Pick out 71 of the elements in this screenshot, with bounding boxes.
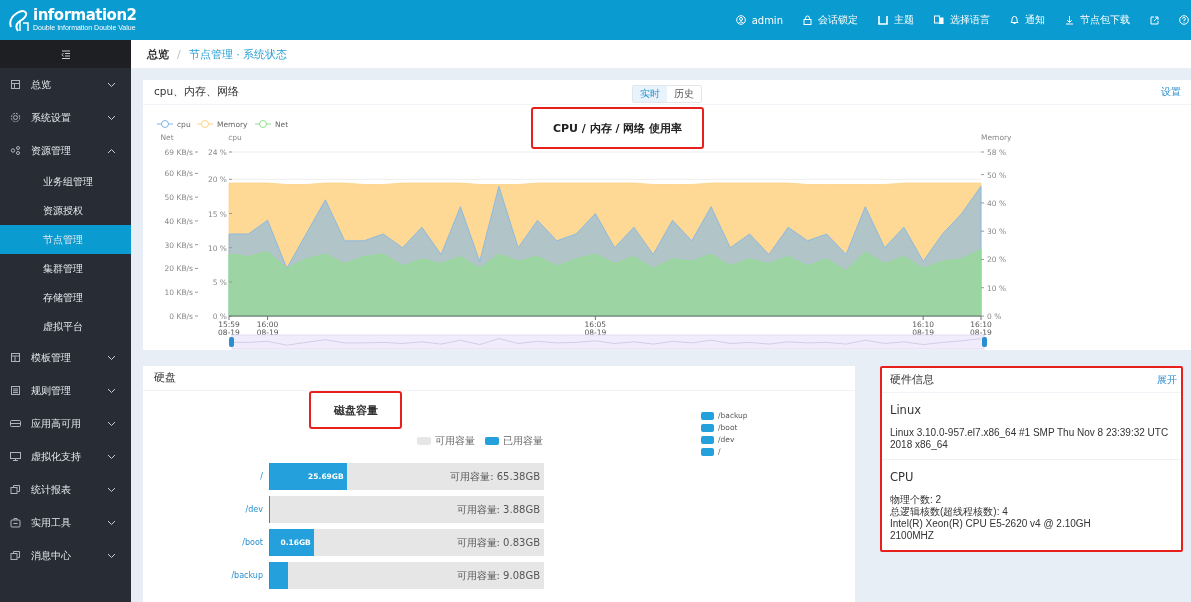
monitor-icon xyxy=(10,451,21,462)
disk-label: / xyxy=(260,472,263,481)
settings-link[interactable]: 设置 xyxy=(1161,85,1181,99)
section-heading: Linux xyxy=(890,403,922,417)
panel-title: 硬盘 xyxy=(143,366,855,391)
free-value: 可用容量: 0.83GB xyxy=(456,535,541,550)
info-text: Linux 3.10.0-957.el7.x86_64 #1 SMP Thu Nov 8 23:39:32 UTC 2018 x86_64 xyxy=(890,427,1170,451)
help-icon[interactable] xyxy=(1179,15,1189,25)
range-slider[interactable] xyxy=(228,334,987,350)
nav-item[interactable]: 系统设置 xyxy=(0,101,131,134)
section-heading: CPU xyxy=(890,470,915,484)
legend-swatch xyxy=(701,423,714,432)
share-icon xyxy=(10,145,21,156)
user-icon xyxy=(735,15,746,25)
legend-label[interactable]: 已用容量 xyxy=(503,434,543,448)
copy-icon xyxy=(10,484,21,495)
nav-subitem[interactable]: 存储管理 xyxy=(0,283,131,312)
free-value: 可用容量: 65.38GB xyxy=(450,469,541,484)
panel-title: cpu、内存、网络 xyxy=(153,85,241,99)
list-icon xyxy=(10,385,21,396)
external-link-icon[interactable] xyxy=(1150,15,1159,25)
nav-item[interactable]: 虚拟化支持 xyxy=(0,440,131,473)
breadcrumb-separator: / xyxy=(177,47,181,61)
info-text: 2100MHZ xyxy=(890,530,935,542)
bell-icon xyxy=(1010,15,1019,25)
disk-label: /boot xyxy=(242,538,263,547)
toolbox-icon xyxy=(10,517,21,528)
nav-subitem[interactable]: 虚拟平台 xyxy=(0,312,131,341)
nav-item[interactable]: 规则管理 xyxy=(0,374,131,407)
annotation-label: CPU / 内存 / 网络 使用率 xyxy=(531,107,704,149)
nav-subitem[interactable]: 资源授权 xyxy=(0,196,131,225)
grid-icon xyxy=(10,79,21,90)
free-value: 可用容量: 3.88GB xyxy=(456,502,541,517)
nav-subitem[interactable]: 集群管理 xyxy=(0,254,131,283)
legend-swatch xyxy=(485,437,499,445)
breadcrumb-current: 节点管理 · 系统状态 xyxy=(188,46,288,62)
tab[interactable]: 历史 xyxy=(667,85,701,102)
info-text: Intel(R) Xeon(R) CPU E5-2620 v4 @ 2.10GH xyxy=(890,518,1092,530)
legend-label[interactable]: 可用容量 xyxy=(435,434,475,448)
nav-item[interactable]: 统计报表 xyxy=(0,473,131,506)
legend-swatch xyxy=(417,437,431,445)
disk-label: /backup xyxy=(231,571,263,580)
theme-icon xyxy=(878,15,888,25)
menu-icon[interactable] xyxy=(60,49,71,59)
download-icon xyxy=(1065,15,1074,25)
nav-item[interactable]: 模板管理 xyxy=(0,341,131,374)
translate-icon xyxy=(934,15,944,25)
disk-label: /dev xyxy=(245,505,263,514)
free-value: 可用容量: 9.08GB xyxy=(456,568,541,583)
nav-item[interactable]: 资源管理 xyxy=(0,134,131,167)
copy-icon xyxy=(10,550,21,561)
logo-icon xyxy=(8,7,30,33)
layout-icon xyxy=(10,352,21,363)
nav-item[interactable]: 实用工具 xyxy=(0,506,131,539)
panel-title: 硬件信息 xyxy=(890,373,934,387)
drive-icon xyxy=(10,418,21,429)
gear-icon xyxy=(10,112,21,123)
legend-swatch xyxy=(701,435,714,444)
annotation-label: 磁盘容量 xyxy=(309,391,402,429)
lock-icon xyxy=(803,15,812,25)
breadcrumb-link[interactable]: 总览 xyxy=(147,46,169,62)
nav-item[interactable]: 消息中心 xyxy=(0,539,131,572)
legend-swatch xyxy=(701,447,714,456)
nav-item[interactable]: 应用高可用 xyxy=(0,407,131,440)
nav-item[interactable]: 总览 xyxy=(0,68,131,101)
nav-subitem[interactable]: 业务组管理 xyxy=(0,167,131,196)
info-text: 总逻辑核数(超线程核数): 4 xyxy=(890,506,1009,518)
expand-link[interactable]: 展开 xyxy=(1157,373,1177,387)
legend-swatch xyxy=(701,411,714,420)
logo-name: information2 xyxy=(33,8,137,25)
info-text: 物理个数: 2 xyxy=(890,494,943,506)
